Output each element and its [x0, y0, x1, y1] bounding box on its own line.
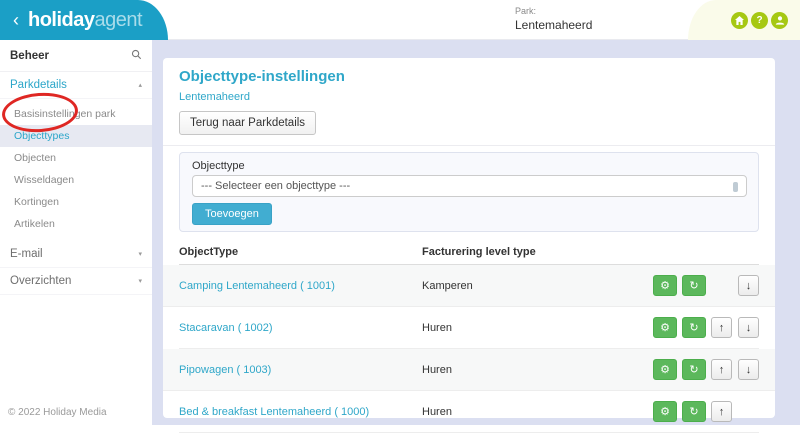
move-down-button[interactable]: ↓ [738, 317, 759, 338]
park-info: Park: Lentemaheerd [515, 6, 592, 32]
billing-type: Huren [422, 405, 452, 418]
refresh-button[interactable]: ↻ [682, 275, 706, 296]
select-value: --- Selecteer een objecttype --- [201, 180, 351, 192]
move-down-button[interactable]: ↓ [738, 275, 759, 296]
settings-button[interactable]: ⚙ [653, 401, 677, 422]
sidebar: Beheer Parkdetails ▴ Basisinstellingen p… [0, 40, 152, 425]
sidebar-search-row: Beheer [0, 40, 152, 72]
sidebar-submenu: Basisinstellingen park Objecttypes Objec… [0, 99, 152, 241]
gear-icon: ⚙ [660, 364, 670, 376]
row-actions: ⚙ ↻ ↑ ↓ [653, 359, 759, 380]
objecttype-select[interactable]: --- Selecteer een objecttype --- [192, 175, 747, 197]
table-row: Camping Lentemaheerd ( 1001) Kamperen ⚙ … [163, 265, 775, 307]
sidebar-item-artikelen[interactable]: Artikelen [0, 213, 152, 235]
refresh-button[interactable]: ↻ [682, 359, 706, 380]
user-button[interactable] [771, 11, 788, 29]
billing-type: Huren [422, 363, 452, 376]
refresh-icon: ↻ [689, 406, 699, 418]
sidebar-item-label: Overzichten [10, 275, 72, 287]
brand-logo-suffix: agent [94, 8, 143, 31]
sidebar-item-wisseldagen[interactable]: Wisseldagen [0, 169, 152, 191]
refresh-button[interactable]: ↻ [682, 317, 706, 338]
toevoegen-button[interactable]: Toevoegen [192, 203, 272, 225]
arrow-down-icon: ↓ [745, 363, 752, 376]
sidebar-item-objecttypes[interactable]: Objecttypes [0, 125, 152, 147]
content-background: Objecttype-instellingen Lentemaheerd Ter… [152, 40, 800, 433]
header-actions: ? [688, 0, 800, 40]
refresh-button[interactable]: ↻ [682, 401, 706, 422]
row-actions: ⚙ ↻ ↓ [653, 275, 759, 296]
chevron-down-icon: ▾ [138, 251, 142, 258]
home-icon [735, 15, 744, 25]
brand-logo[interactable]: holiday [28, 9, 95, 32]
gear-icon: ⚙ [660, 322, 670, 334]
move-up-button[interactable]: ↑ [711, 401, 732, 422]
search-icon[interactable] [131, 47, 142, 65]
top-bar: ‹ holiday agent Park: Lentemaheerd ? [0, 0, 800, 40]
sidebar-title: Beheer [10, 50, 49, 62]
divider [163, 145, 775, 146]
park-link[interactable]: Lentemaheerd [179, 91, 759, 103]
settings-button[interactable]: ⚙ [653, 275, 677, 296]
sidebar-item-kortingen[interactable]: Kortingen [0, 191, 152, 213]
help-button[interactable]: ? [751, 11, 768, 29]
sidebar-item-label: Parkdetails [10, 79, 67, 91]
empty-down-slot [738, 401, 759, 422]
arrow-down-icon: ↓ [745, 321, 752, 334]
move-up-button[interactable]: ↑ [711, 359, 732, 380]
sidebar-item-email[interactable]: E-mail ▾ [0, 241, 152, 268]
user-icon [775, 15, 785, 25]
back-to-parkdetails-button[interactable]: Terug naar Parkdetails [179, 111, 317, 135]
sidebar-item-objecten[interactable]: Objecten [0, 147, 152, 169]
refresh-icon: ↻ [689, 280, 699, 292]
select-caret-icon [733, 182, 738, 192]
gear-icon: ⚙ [660, 280, 670, 292]
objecttype-form: Objecttype --- Selecteer een objecttype … [179, 152, 759, 232]
empty-up-slot [711, 275, 732, 296]
objecttype-link[interactable]: Bed & breakfast Lentemaheerd ( 1000) [179, 406, 422, 418]
home-button[interactable] [731, 11, 748, 29]
arrow-down-icon: ↓ [745, 279, 752, 292]
refresh-icon: ↻ [689, 364, 699, 376]
move-down-button[interactable]: ↓ [738, 359, 759, 380]
refresh-icon: ↻ [689, 322, 699, 334]
table-row: Bed & breakfast Lentemaheerd ( 1000) Hur… [179, 391, 759, 433]
gear-icon: ⚙ [660, 406, 670, 418]
chevron-down-icon: ▾ [138, 278, 142, 285]
page-title: Objecttype-instellingen [179, 68, 345, 85]
arrow-up-icon: ↑ [718, 363, 725, 376]
settings-button[interactable]: ⚙ [653, 317, 677, 338]
objecttype-link[interactable]: Camping Lentemaheerd ( 1001) [179, 280, 422, 292]
park-label: Park: [515, 6, 537, 16]
billing-type: Kamperen [422, 279, 473, 292]
arrow-up-icon: ↑ [718, 321, 725, 334]
objecttype-label: Objecttype [192, 160, 245, 172]
copyright-text: © 2022 Holiday Media [8, 407, 107, 418]
settings-button[interactable]: ⚙ [653, 359, 677, 380]
row-actions: ⚙ ↻ ↑ ↓ [653, 317, 759, 338]
sidebar-item-parkdetails[interactable]: Parkdetails ▴ [0, 72, 152, 99]
question-icon: ? [756, 14, 763, 26]
sidebar-item-label: E-mail [10, 248, 43, 260]
arrow-up-icon: ↑ [718, 405, 725, 418]
sidebar-item-basisinstellingen-park[interactable]: Basisinstellingen park [0, 103, 152, 125]
billing-type: Huren [422, 321, 452, 334]
objecttype-table: ObjectType Facturering level type Campin… [163, 246, 775, 433]
back-chevron-icon[interactable]: ‹ [13, 10, 19, 31]
objecttype-link[interactable]: Stacaravan ( 1002) [179, 322, 422, 334]
table-row: Stacaravan ( 1002) Huren ⚙ ↻ ↑ ↓ [179, 307, 759, 349]
objecttype-link[interactable]: Pipowagen ( 1003) [179, 364, 422, 376]
row-actions: ⚙ ↻ ↑ [653, 401, 759, 422]
table-header-row: ObjectType Facturering level type [179, 246, 759, 265]
chevron-up-icon: ▴ [138, 82, 142, 89]
brand-block: ‹ holiday agent [0, 0, 168, 40]
content-card: Objecttype-instellingen Lentemaheerd Ter… [163, 58, 775, 433]
column-header-objecttype: ObjectType [179, 246, 239, 258]
move-up-button[interactable]: ↑ [711, 317, 732, 338]
table-row: Pipowagen ( 1003) Huren ⚙ ↻ ↑ ↓ [163, 349, 775, 391]
column-header-facturering: Facturering level type [422, 246, 536, 258]
sidebar-item-overzichten[interactable]: Overzichten ▾ [0, 268, 152, 295]
park-name: Lentemaheerd [515, 18, 593, 32]
